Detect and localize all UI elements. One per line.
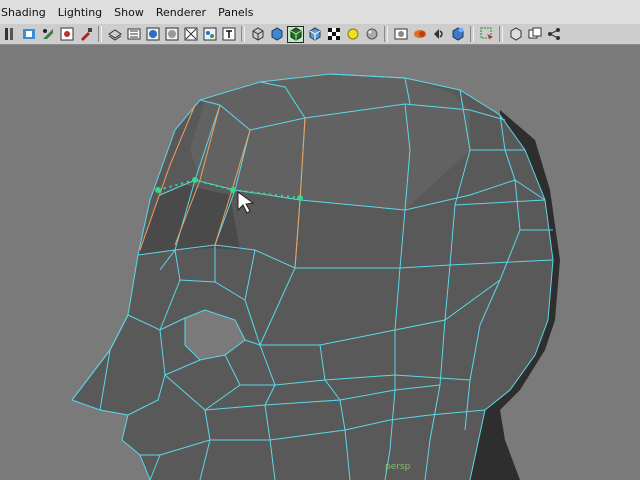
- select-camera-icon[interactable]: [478, 26, 495, 43]
- wire-on-shaded-icon[interactable]: [287, 25, 304, 43]
- text-icon[interactable]: [220, 26, 237, 43]
- camera-label: persp: [385, 462, 411, 472]
- two-panes-icon[interactable]: [526, 26, 543, 43]
- toolbar-separator: [98, 26, 102, 42]
- camera-settings-icon[interactable]: [58, 26, 75, 43]
- grid-lines-icon[interactable]: [1, 26, 18, 43]
- sphere-icon[interactable]: [363, 26, 380, 43]
- toolbar-separator: [241, 26, 245, 42]
- use-lights-icon[interactable]: [392, 26, 409, 43]
- camera-attributes-icon[interactable]: [39, 26, 56, 43]
- menu-show[interactable]: Show: [108, 0, 150, 24]
- smooth-shade-icon[interactable]: [144, 26, 161, 43]
- 3d-viewport[interactable]: [0, 45, 640, 480]
- high-quality-icon[interactable]: [430, 26, 447, 43]
- menu-lighting[interactable]: Lighting: [52, 0, 108, 24]
- flat-shade-icon[interactable]: [163, 26, 180, 43]
- default-light-icon[interactable]: [344, 26, 361, 43]
- panel-toolbar: [0, 24, 640, 45]
- wireframe-icon[interactable]: [106, 26, 123, 43]
- shadows-icon[interactable]: [201, 26, 218, 43]
- toolbar-separator: [384, 26, 388, 42]
- film-gate-icon[interactable]: [125, 26, 142, 43]
- smooth-cube-icon[interactable]: [268, 26, 285, 43]
- menu-shading[interactable]: Shading: [0, 0, 52, 24]
- menu-renderer[interactable]: Renderer: [150, 0, 212, 24]
- single-view-icon[interactable]: [507, 26, 524, 43]
- menu-bar: Shading Lighting Show Renderer Panels: [0, 0, 640, 24]
- isolate-icon[interactable]: [449, 26, 466, 43]
- xray-icon[interactable]: [182, 26, 199, 43]
- wireframe-cube-icon[interactable]: [249, 26, 266, 43]
- toolbar-separator: [470, 26, 474, 42]
- shadow-maps-icon[interactable]: [411, 26, 428, 43]
- paint-icon[interactable]: [77, 26, 94, 43]
- head-mesh[interactable]: [0, 45, 640, 480]
- toolbar-separator: [499, 26, 503, 42]
- checker-icon[interactable]: [325, 26, 342, 43]
- bookmark-icon[interactable]: [20, 26, 37, 43]
- textured-cube-icon[interactable]: [306, 26, 323, 43]
- hypergraph-icon[interactable]: [545, 26, 562, 43]
- menu-panels[interactable]: Panels: [212, 0, 259, 24]
